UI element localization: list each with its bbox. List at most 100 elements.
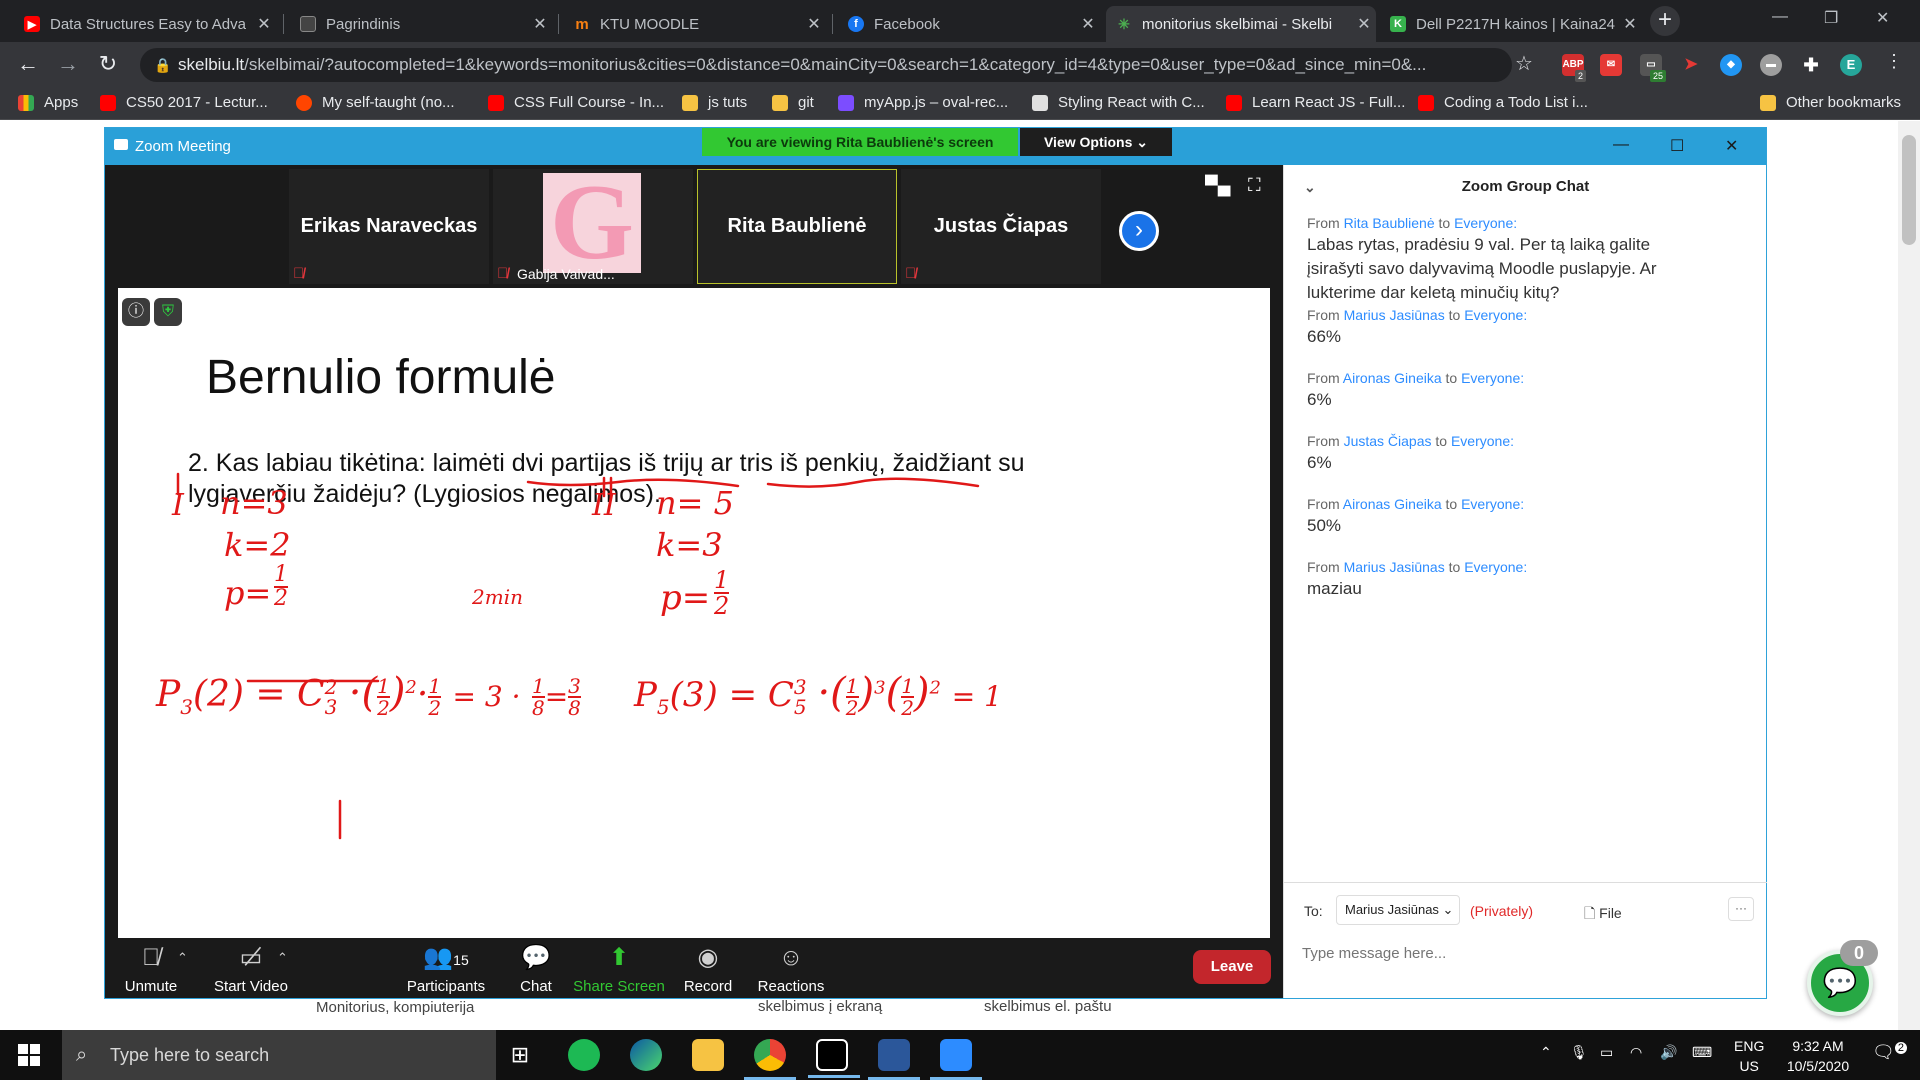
bookmark-apps[interactable]: Apps	[18, 94, 78, 111]
new-tab-button[interactable]: +	[1650, 6, 1680, 36]
word-icon[interactable]	[868, 1039, 920, 1080]
microphone-tray-icon[interactable]: 🎙	[1570, 1044, 1588, 1061]
extensions-puzzle-icon[interactable]: ✚	[1800, 54, 1822, 76]
chrome-icon[interactable]	[744, 1039, 796, 1080]
bookmark-js-tuts[interactable]: js tuts	[682, 94, 747, 111]
message-recipient[interactable]: Everyone:	[1461, 496, 1524, 512]
bookmark-star-icon[interactable]: ☆	[1510, 51, 1538, 76]
volume-icon[interactable]: 🔊	[1660, 1044, 1677, 1061]
close-tab-icon[interactable]: ✕	[1352, 14, 1376, 34]
page-category-text[interactable]: Monitorius, kompiuterija	[316, 999, 474, 1016]
chat-collapse-chevron-icon[interactable]: ⌄	[1304, 165, 1316, 209]
close-window-icon[interactable]: ✕	[1876, 8, 1889, 28]
bookmark-todo-list[interactable]: Coding a Todo List i...	[1418, 94, 1588, 111]
file-explorer-icon[interactable]	[692, 1039, 724, 1071]
close-tab-icon[interactable]: ✕	[1076, 14, 1100, 34]
zoom-taskbar-icon[interactable]	[930, 1039, 982, 1080]
back-icon[interactable]: ←	[14, 51, 42, 77]
message-recipient[interactable]: Everyone:	[1451, 433, 1514, 449]
participant-tile[interactable]: G 🎙̸ Gabija Vaivad...	[493, 169, 693, 284]
close-tab-icon[interactable]: ✕	[528, 14, 552, 34]
zoom-maximize-icon[interactable]: ☐	[1670, 136, 1684, 156]
zoom-minimize-icon[interactable]: —	[1613, 136, 1629, 154]
message-sender[interactable]: Marius Jasiūnas	[1344, 307, 1445, 323]
language-indicator[interactable]: ENG US	[1734, 1036, 1764, 1076]
windows-start-icon[interactable]	[18, 1044, 40, 1066]
other-bookmarks[interactable]: Other bookmarks	[1760, 94, 1901, 111]
bookmark-css-course[interactable]: CSS Full Course - In...	[488, 94, 664, 111]
edge-icon[interactable]	[630, 1039, 662, 1071]
participant-tile[interactable]: Erikas Naraveckas 🎙̸	[289, 169, 489, 284]
extension-6-icon[interactable]: ▬	[1760, 54, 1782, 76]
extension-4-icon[interactable]: ➤	[1680, 54, 1702, 76]
bookmark-styling-react[interactable]: Styling React with C...	[1032, 94, 1205, 111]
bookmark-myapp[interactable]: myApp.js – oval-rec...	[838, 94, 1008, 111]
close-tab-icon[interactable]: ✕	[1618, 14, 1642, 34]
fullscreen-icon[interactable]: ⛶	[1248, 175, 1261, 196]
close-tab-icon[interactable]: ✕	[802, 14, 826, 34]
participant-tile-active-speaker[interactable]: Rita Baublienė	[697, 169, 897, 284]
message-recipient[interactable]: Everyone:	[1464, 559, 1527, 575]
keyboard-icon[interactable]: ⌨	[1692, 1044, 1712, 1061]
clock[interactable]: 9:32 AM 10/5/2020	[1780, 1036, 1856, 1076]
spotify-icon[interactable]	[568, 1039, 600, 1071]
extension-3-badge: 25	[1650, 70, 1667, 82]
minimize-icon[interactable]: —	[1772, 8, 1788, 26]
chrome-menu-icon[interactable]: ⋮	[1880, 51, 1908, 72]
message-sender[interactable]: Aironas Gineika	[1343, 496, 1442, 512]
forward-icon[interactable]: →	[54, 51, 82, 77]
zoom-close-icon[interactable]: ✕	[1725, 136, 1738, 156]
message-recipient[interactable]: Everyone:	[1461, 370, 1524, 386]
leave-meeting-button[interactable]: Leave	[1193, 950, 1271, 984]
bookmark-cs50[interactable]: CS50 2017 - Lectur...	[100, 94, 268, 111]
reload-icon[interactable]: ↻	[94, 51, 122, 77]
bookmark-self-taught[interactable]: My self-taught (no...	[296, 94, 455, 111]
message-recipient[interactable]: Everyone:	[1454, 215, 1517, 231]
profile-avatar[interactable]: E	[1840, 54, 1862, 76]
message-sender[interactable]: Aironas Gineika	[1343, 370, 1442, 386]
browser-tab-1[interactable]: ▶ Data Structures Easy to Adva ✕	[14, 6, 276, 42]
wifi-icon[interactable]: ◠	[1630, 1044, 1642, 1061]
message-sender[interactable]: Justas Čiapas	[1344, 433, 1432, 449]
intellij-icon[interactable]	[808, 1039, 860, 1078]
browser-tab-5-active[interactable]: ✳ monitorius skelbimai - Skelbi ✕	[1106, 6, 1376, 42]
close-tab-icon[interactable]: ✕	[252, 14, 276, 34]
participant-tile[interactable]: Justas Čiapas 🎙̸	[901, 169, 1101, 284]
recipient-select[interactable]: Marius Jasiūnas ⌄	[1336, 895, 1460, 925]
participants-button[interactable]: 👥15 Participants	[401, 944, 491, 995]
tray-overflow-chevron-icon[interactable]: ⌃	[1540, 1044, 1552, 1061]
page-scrollbar[interactable]	[1898, 121, 1920, 1030]
youtube-icon	[1418, 94, 1434, 111]
extension-2-icon[interactable]: ✉	[1600, 54, 1622, 76]
gallery-layout-icon[interactable]: ▀▄	[1205, 175, 1231, 196]
record-button[interactable]: ◉ Record	[673, 944, 743, 995]
browser-tab-6[interactable]: K Dell P2217H kainos | Kaina24 ✕	[1380, 6, 1642, 42]
browser-tab-4[interactable]: f Facebook ✕	[838, 6, 1100, 42]
next-participants-button[interactable]: ›	[1119, 211, 1159, 251]
message-recipient[interactable]: Everyone:	[1464, 307, 1527, 323]
task-view-icon[interactable]: ⊞	[504, 1039, 536, 1071]
video-options-chevron-icon[interactable]: ⌃	[277, 950, 288, 966]
youtube-icon	[100, 94, 116, 111]
share-screen-button[interactable]: ⬆ Share Screen	[569, 944, 669, 995]
bookmark-git[interactable]: git	[772, 94, 814, 111]
more-options-button[interactable]: ···	[1728, 897, 1754, 921]
audio-options-chevron-icon[interactable]: ⌃	[177, 950, 188, 966]
file-button[interactable]: 🗋 File	[1584, 903, 1622, 927]
notifications-icon[interactable]: 🗨 2	[1872, 1042, 1907, 1063]
browser-tab-3[interactable]: m KTU MOODLE ✕	[564, 6, 826, 42]
address-bar[interactable]: 🔒 skelbiu.lt/skelbimai/?autocompleted=1&…	[140, 48, 1512, 82]
message-sender[interactable]: Marius Jasiūnas	[1344, 559, 1445, 575]
view-options-button[interactable]: View Options ⌄	[1020, 128, 1172, 156]
chat-button[interactable]: 💬 Chat	[501, 944, 571, 995]
message-sender[interactable]: Rita Baublienė	[1344, 215, 1435, 231]
battery-icon[interactable]: ▭	[1600, 1044, 1613, 1061]
bookmark-learn-react[interactable]: Learn React JS - Full...	[1226, 94, 1405, 111]
extension-5-icon[interactable]: ◆	[1720, 54, 1742, 76]
restore-icon[interactable]: ❐	[1824, 8, 1838, 28]
chat-message-input[interactable]	[1302, 939, 1742, 967]
reactions-button[interactable]: ☺ Reactions	[751, 944, 831, 995]
scroll-thumb[interactable]	[1902, 135, 1916, 245]
taskbar-search-box[interactable]: ⌕ Type here to search	[62, 1030, 496, 1080]
browser-tab-2[interactable]: Pagrindinis ✕	[290, 6, 552, 42]
